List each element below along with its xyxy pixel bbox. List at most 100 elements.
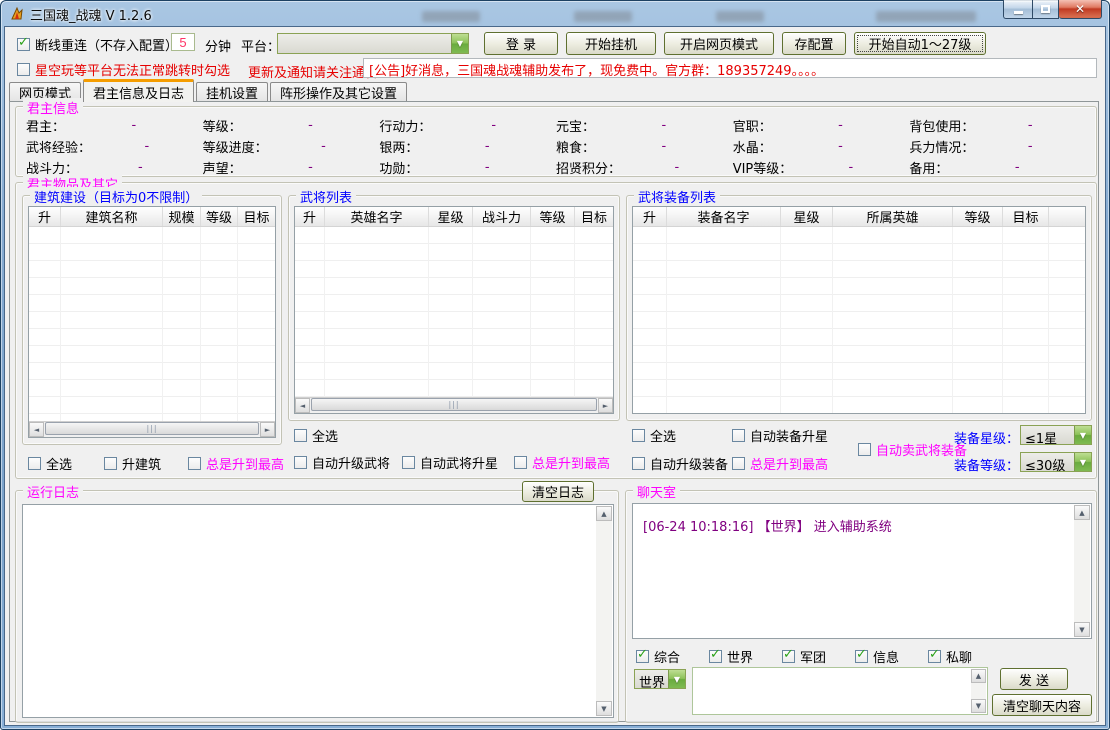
checkbox-icon: ✓	[855, 650, 868, 663]
tab-monarch-info[interactable]: 君主信息及日志	[83, 79, 194, 102]
column-header[interactable]: 升	[633, 207, 667, 226]
clear-log-button[interactable]: 清空日志	[522, 481, 594, 502]
equipment-table[interactable]: 升 装备名字 星级 所属英雄 等级 目标	[632, 206, 1086, 414]
scroll-up-icon[interactable]: ▲	[1074, 505, 1090, 520]
title-bar[interactable]: 三国魂_战魂 V 1.2.6	[2, 2, 1108, 26]
column-header[interactable]: 等级	[201, 207, 238, 226]
tab-hang-settings[interactable]: 挂机设置	[196, 82, 268, 102]
field-label: 兵力情况：	[909, 137, 974, 156]
checkbox-auto-upgrade-equip[interactable]: 自动升级装备	[632, 454, 728, 473]
auto-level-button[interactable]: 开始自动1～27级	[854, 32, 986, 55]
tab-formation-settings[interactable]: 阵形操作及其它设置	[270, 82, 407, 102]
checkbox-equipment-always-max[interactable]: 总是升到最高	[732, 454, 828, 473]
column-header[interactable]: 所属英雄	[833, 207, 953, 226]
send-button-label: 发 送	[1019, 670, 1049, 689]
scroll-up-icon[interactable]: ▲	[596, 506, 612, 521]
close-icon: ✕	[1075, 2, 1085, 16]
scroll-up-icon[interactable]: ▲	[971, 669, 986, 683]
checkbox-equipment-select-all[interactable]: 全选	[632, 426, 676, 445]
equip-star-filter-select[interactable]: ≤1星 ▼	[1020, 425, 1092, 445]
scrollbar-thumb[interactable]: |||	[311, 398, 597, 411]
checkbox-icon	[632, 457, 645, 470]
checkbox-auto-equip-star[interactable]: 自动装备升星	[732, 426, 828, 445]
table-body[interactable]	[295, 227, 613, 397]
column-header[interactable]: 等级	[953, 207, 1003, 226]
checkbox-channel-all[interactable]: ✓ 综合	[636, 647, 680, 666]
checkbox-auto-sell-equip[interactable]: 自动卖武将装备	[858, 440, 967, 459]
scroll-right-icon[interactable]: ►	[598, 398, 613, 413]
building-table[interactable]: 升 建筑名称 规模 等级 目标 ◄ ||| ►	[28, 206, 276, 438]
send-button[interactable]: 发 送	[1000, 668, 1068, 690]
table-body[interactable]	[29, 227, 275, 421]
scroll-left-icon[interactable]: ◄	[29, 422, 44, 437]
column-header[interactable]: 目标	[238, 207, 275, 226]
column-header[interactable]: 升	[295, 207, 325, 226]
reconnect-minutes-input[interactable]	[171, 33, 195, 51]
horizontal-scrollbar[interactable]: ◄ ||| ►	[29, 421, 275, 437]
menu-item-blurred[interactable]	[574, 11, 632, 22]
chat-input[interactable]: ▲ ▼	[692, 667, 988, 715]
checkbox-auto-upgrade-hero[interactable]: 自动升级武将	[294, 453, 390, 472]
vertical-scrollbar[interactable]: ▲ ▼	[1074, 505, 1090, 637]
checkbox-icon	[17, 63, 30, 76]
field-label: 功勋：	[379, 158, 418, 177]
menu-item-blurred[interactable]	[876, 11, 976, 22]
clear-chat-button[interactable]: 清空聊天内容	[992, 694, 1092, 716]
window-title: 三国魂_战魂 V 1.2.6	[30, 5, 152, 24]
column-header[interactable]: 建筑名称	[61, 207, 163, 226]
checkbox-auto-hero-star[interactable]: 自动武将升星	[402, 453, 498, 472]
column-header[interactable]: 规模	[163, 207, 201, 226]
checkbox-platform-skip[interactable]: 星空玩等平台无法正常跳转时勾选	[17, 60, 230, 79]
checkbox-building-select-all[interactable]: 全选	[28, 454, 72, 473]
chat-channel-select[interactable]: 世界 ▼	[634, 669, 686, 689]
column-header[interactable]: 星级	[781, 207, 833, 226]
column-header[interactable]: 装备名字	[667, 207, 781, 226]
vertical-scrollbar[interactable]: ▲ ▼	[596, 506, 612, 716]
heroes-table[interactable]: 升 英雄名字 星级 战斗力 等级 目标 ◄ ||| ►	[294, 206, 614, 414]
maximize-button[interactable]	[1032, 0, 1059, 19]
menu-item-blurred[interactable]	[422, 11, 480, 22]
column-header[interactable]: 等级	[531, 207, 575, 226]
horizontal-scrollbar[interactable]: ◄ ||| ►	[295, 397, 613, 413]
login-button[interactable]: 登 录	[484, 32, 558, 55]
log-textarea[interactable]: ▲ ▼	[22, 504, 614, 718]
checkbox-icon	[104, 457, 117, 470]
chat-display[interactable]: [06-24 10:18:16] 【世界】 进入辅助系统 ▲ ▼	[632, 503, 1092, 639]
platform-select[interactable]: ▼	[277, 33, 469, 54]
scroll-down-icon[interactable]: ▼	[596, 701, 612, 716]
equip-level-filter-select[interactable]: ≤30级 ▼	[1020, 452, 1092, 472]
checkbox-heroes-always-max[interactable]: 总是升到最高	[514, 453, 610, 472]
column-header[interactable]: 目标	[575, 207, 613, 226]
checkbox-upgrade-building[interactable]: 升建筑	[104, 454, 161, 473]
start-hang-button[interactable]: 开始挂机	[566, 32, 656, 55]
column-header[interactable]: 星级	[429, 207, 473, 226]
checkbox-building-always-max[interactable]: 总是升到最高	[188, 454, 284, 473]
chevron-down-icon: ▼	[451, 34, 468, 53]
scroll-down-icon[interactable]: ▼	[971, 699, 986, 713]
table-body[interactable]	[633, 227, 1085, 413]
web-mode-label: 开启网页模式	[680, 34, 758, 53]
column-header[interactable]: 升	[29, 207, 61, 226]
checkbox-heroes-select-all[interactable]: 全选	[294, 426, 338, 445]
save-config-button[interactable]: 存配置	[782, 32, 846, 55]
vertical-scrollbar[interactable]: ▲ ▼	[971, 669, 986, 713]
column-header[interactable]: 英雄名字	[325, 207, 429, 226]
column-header[interactable]: 目标	[1003, 207, 1049, 226]
menu-item-blurred[interactable]	[716, 11, 764, 22]
scroll-right-icon[interactable]: ►	[260, 422, 275, 437]
checkbox-channel-info[interactable]: ✓ 信息	[855, 647, 899, 666]
field-label: 粮食：	[556, 137, 595, 156]
announcement-text: [公告]好消息，三国魂战魂辅助发布了，现免费中。官方群：189357249。。。…	[369, 64, 824, 78]
checkbox-label: 自动升级武将	[312, 453, 390, 472]
minimize-button[interactable]	[1003, 0, 1032, 19]
close-button[interactable]: ✕	[1059, 0, 1102, 19]
scrollbar-thumb[interactable]: |||	[45, 422, 259, 435]
checkbox-channel-legion[interactable]: ✓ 军团	[782, 647, 826, 666]
checkbox-channel-world[interactable]: ✓ 世界	[709, 647, 753, 666]
web-mode-button[interactable]: 开启网页模式	[664, 32, 774, 55]
checkbox-channel-private[interactable]: ✓ 私聊	[928, 647, 972, 666]
scroll-left-icon[interactable]: ◄	[295, 398, 310, 413]
column-header[interactable]: 战斗力	[473, 207, 531, 226]
checkbox-reconnect[interactable]: ✓ 断线重连（不存入配置）	[17, 35, 178, 54]
scroll-down-icon[interactable]: ▼	[1074, 622, 1090, 637]
